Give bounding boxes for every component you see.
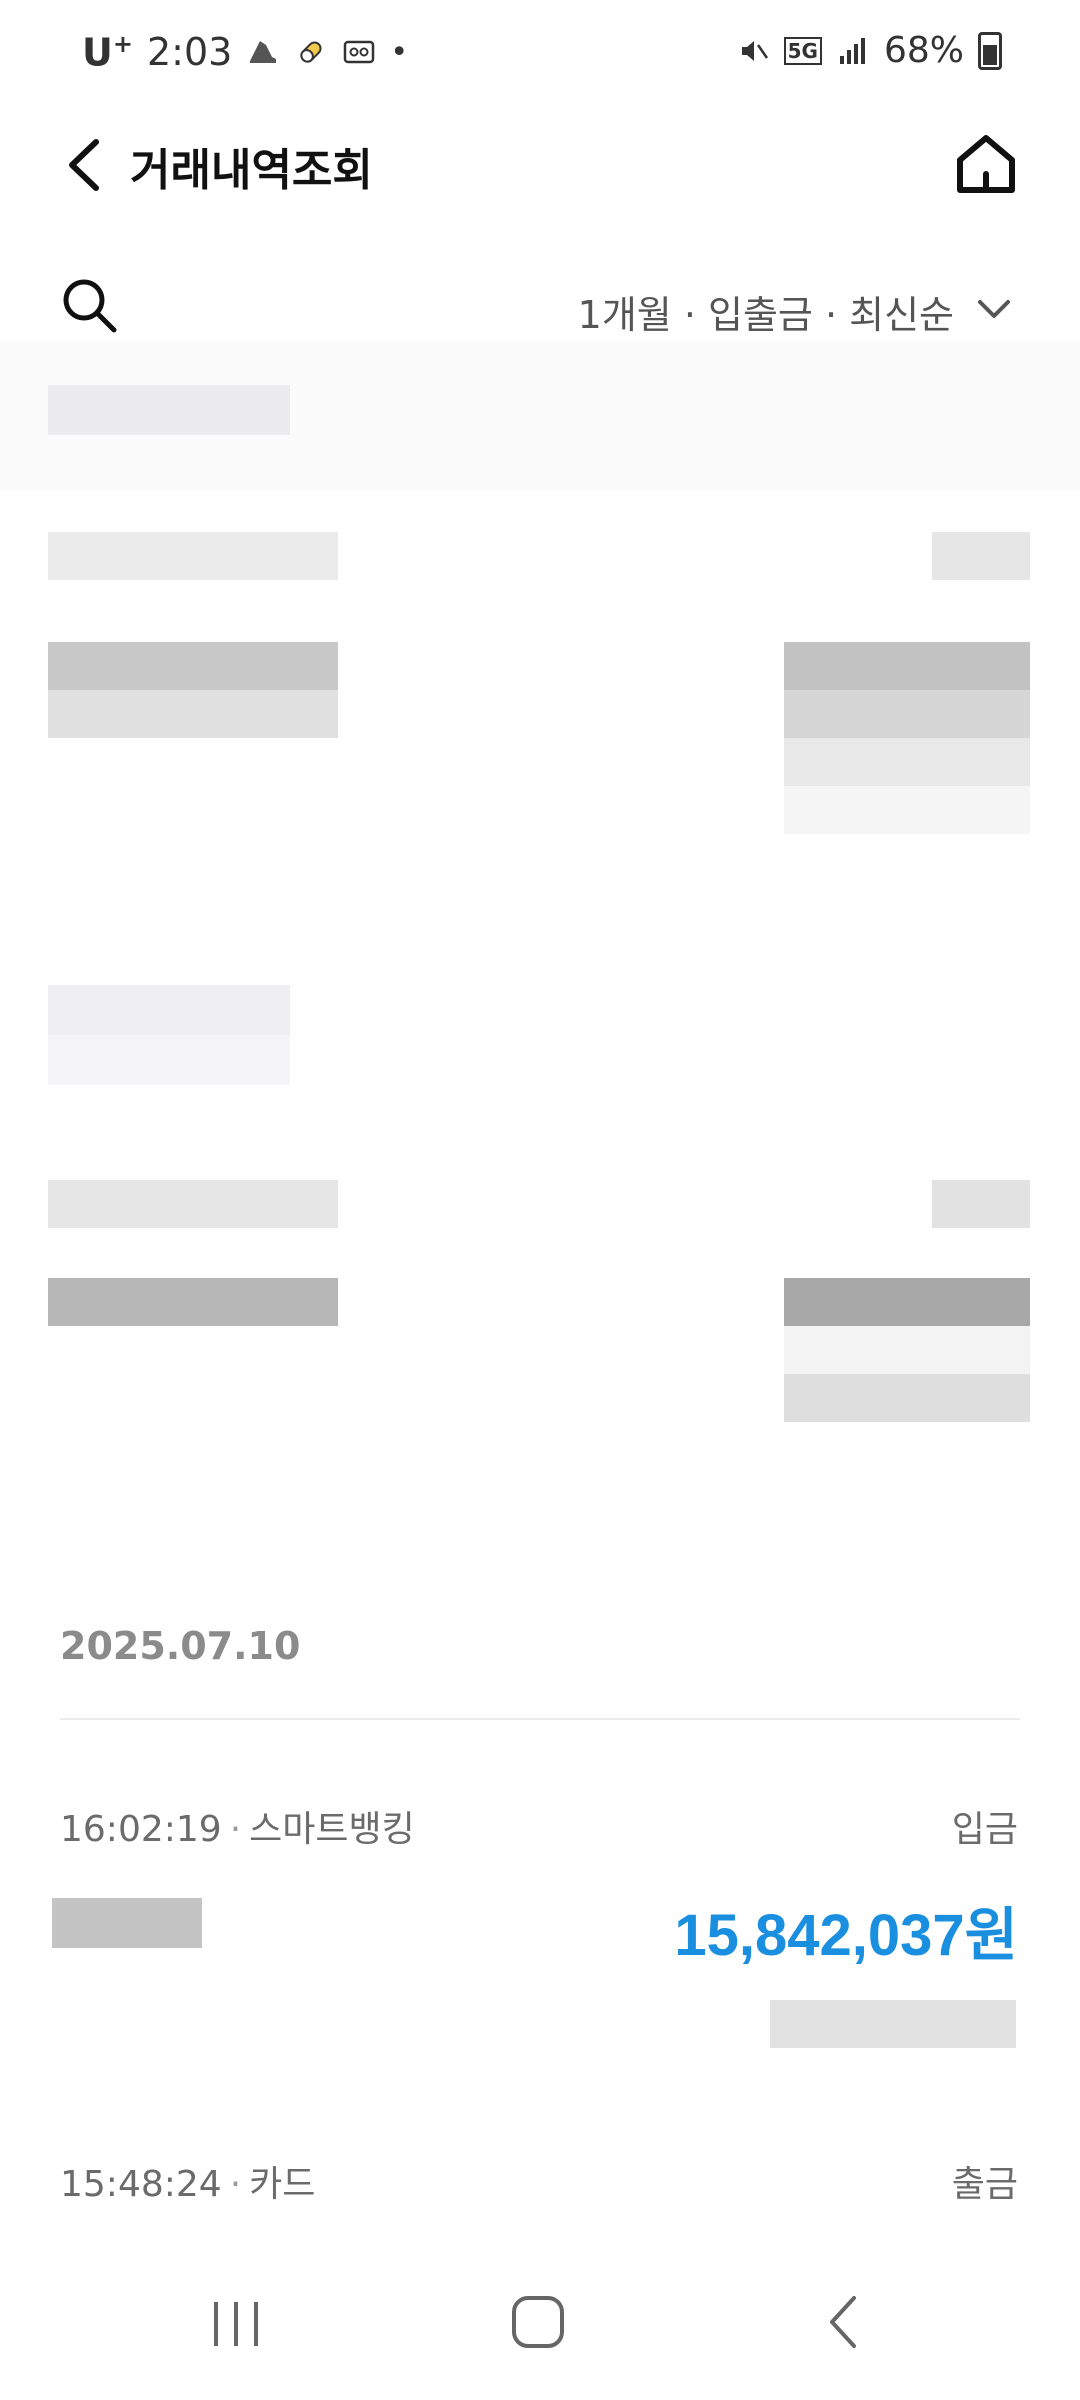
page-title: 거래내역조회 bbox=[130, 146, 373, 195]
transaction-type: 출금 bbox=[951, 2164, 1018, 2205]
transaction-meta[interactable]: 15:48:24 · 카드 bbox=[60, 2155, 315, 2207]
filter-dropdown[interactable]: 1개월 · 입출금 · 최신순 bbox=[578, 284, 954, 339]
separator: · bbox=[229, 1809, 242, 1850]
transaction-type: 입금 bbox=[951, 1809, 1018, 1850]
battery-percent: 68% bbox=[883, 30, 964, 71]
nav-recents-icon[interactable] bbox=[210, 2298, 262, 2350]
clock: 2:03 bbox=[146, 30, 233, 75]
home-icon[interactable] bbox=[954, 130, 1018, 198]
system-nav-bar bbox=[0, 2240, 1080, 2400]
redacted-account-card-1 bbox=[0, 530, 1080, 850]
transaction-channel: 카드 bbox=[249, 2164, 316, 2205]
nav-home-icon[interactable] bbox=[510, 2294, 566, 2350]
redacted-balance-block bbox=[0, 340, 1080, 490]
app-header: 거래내역조회 bbox=[0, 110, 1080, 220]
back-icon[interactable] bbox=[56, 132, 116, 198]
redacted-counterparty bbox=[52, 1898, 202, 1948]
battery-icon bbox=[978, 31, 1002, 70]
network-5g-label: 5G bbox=[783, 36, 822, 65]
mute-icon bbox=[741, 40, 768, 61]
transaction-channel: 스마트뱅킹 bbox=[249, 1809, 415, 1850]
shoe-icon bbox=[250, 41, 277, 64]
search-icon[interactable] bbox=[60, 276, 118, 334]
filter-row: 1개월 · 입출금 · 최신순 bbox=[0, 270, 1080, 350]
status-left: U+ 2:03 • bbox=[82, 30, 408, 75]
voicemail-icon bbox=[344, 41, 375, 64]
transaction-time: 16:02:19 bbox=[60, 1809, 222, 1850]
transaction-time: 15:48:24 bbox=[60, 2164, 222, 2205]
date-group-label: 2025.07.10 bbox=[60, 1624, 301, 1668]
status-bar: U+ 2:03 • 5G 68% bbox=[0, 0, 1080, 110]
chevron-down-icon[interactable] bbox=[974, 290, 1014, 330]
nav-back-icon[interactable] bbox=[824, 2292, 860, 2352]
separator: · bbox=[229, 2164, 242, 2205]
transaction-amount: 15,842,037원 bbox=[674, 1903, 1018, 1968]
notification-dot: • bbox=[390, 34, 409, 70]
divider bbox=[60, 1718, 1020, 1720]
redacted-balance-after bbox=[770, 2000, 1016, 2048]
carrier-label: U+ bbox=[82, 30, 133, 75]
pill-icon bbox=[300, 41, 322, 63]
transaction-meta[interactable]: 16:02:19 · 스마트뱅킹 bbox=[60, 1800, 415, 1852]
redacted-account-card-2 bbox=[0, 980, 1080, 1430]
status-right: 5G 68% bbox=[736, 30, 1002, 71]
signal-icon bbox=[839, 37, 865, 64]
